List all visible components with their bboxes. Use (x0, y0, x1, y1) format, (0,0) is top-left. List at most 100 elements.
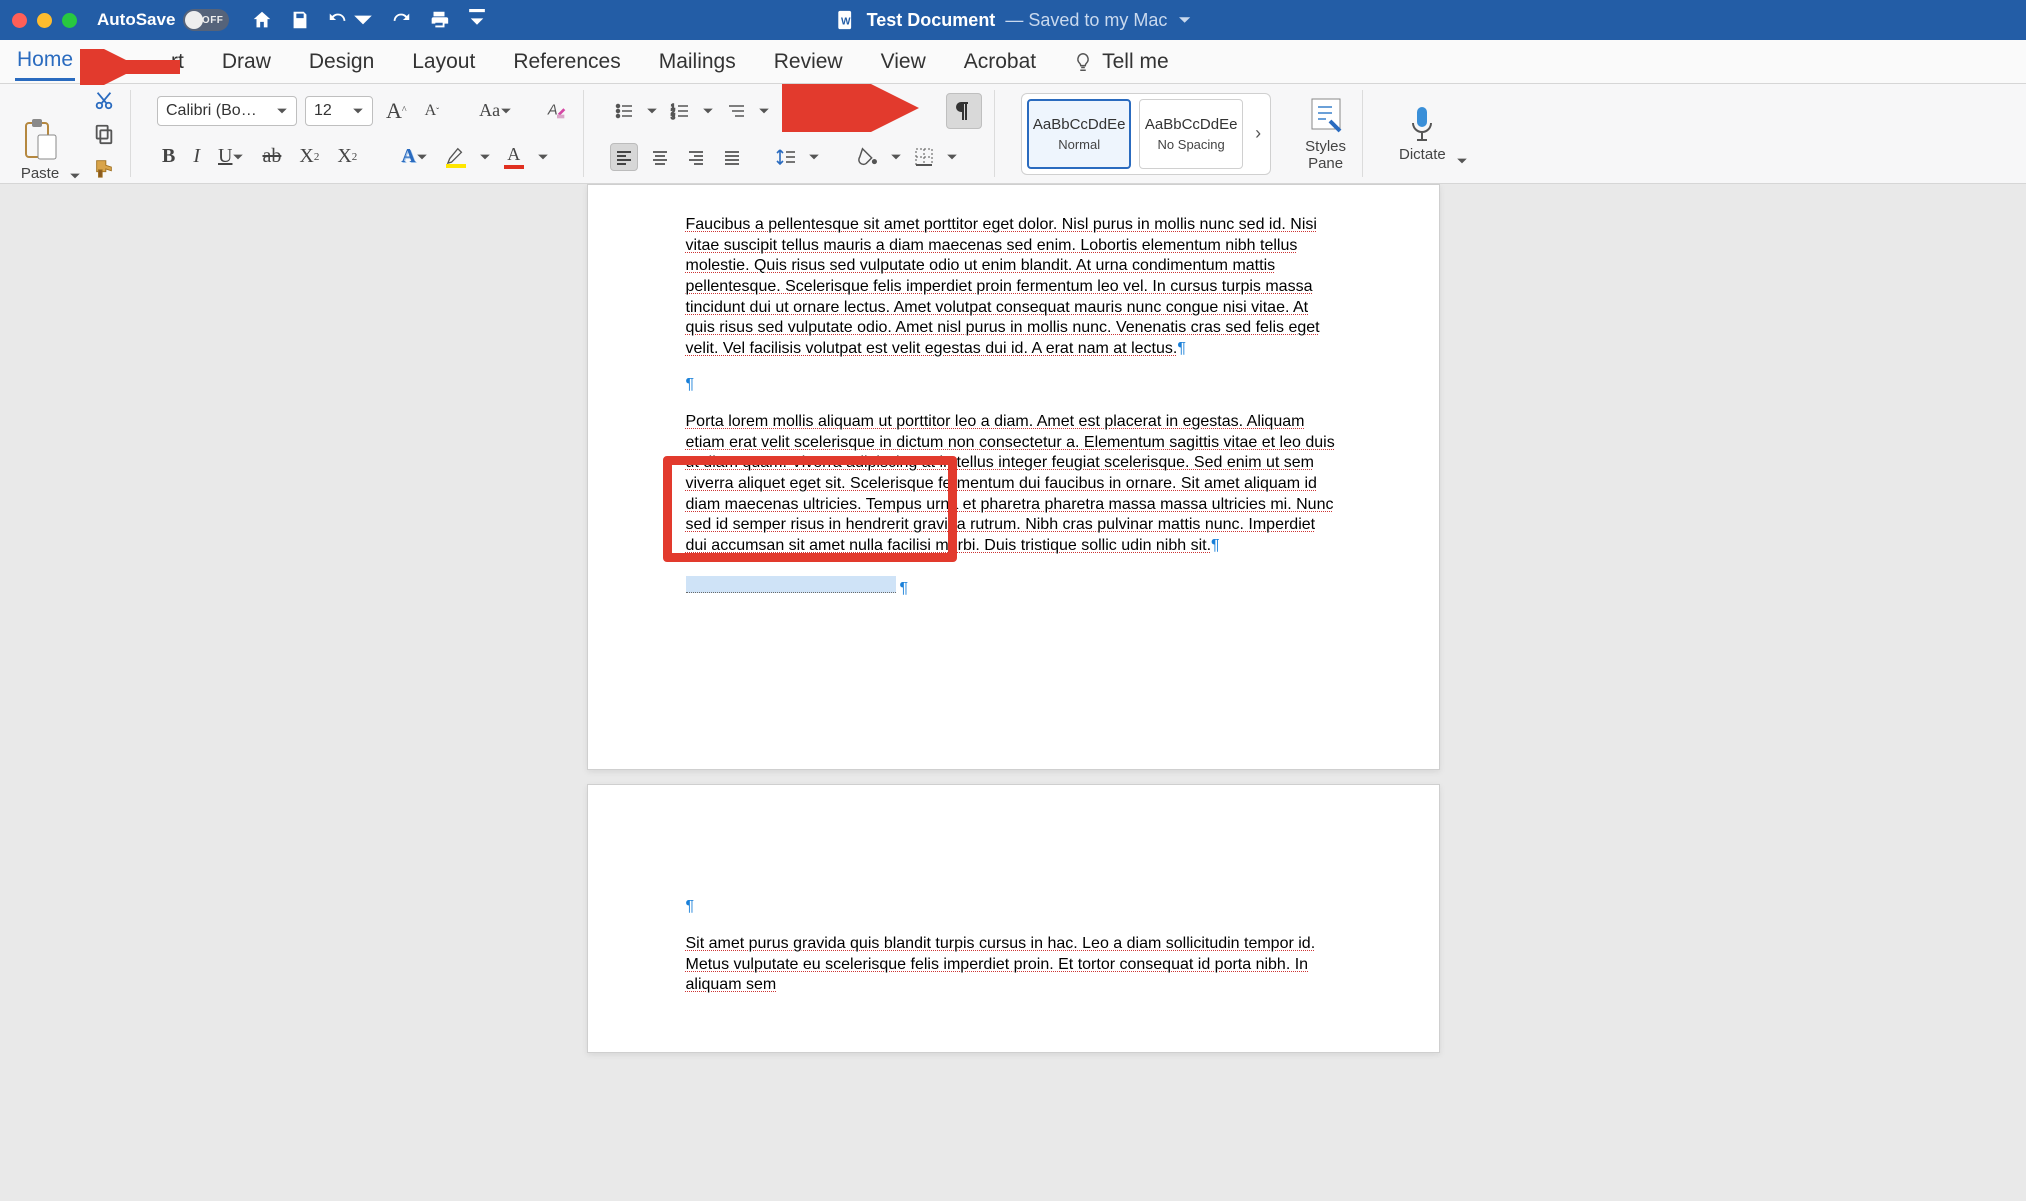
styles-pane-icon (1308, 95, 1344, 137)
line-spacing-dropdown[interactable] (808, 151, 820, 163)
underline-button[interactable]: U (213, 145, 249, 168)
paste-dropdown[interactable] (68, 170, 82, 182)
group-styles-pane: Styles Pane (1289, 90, 1363, 177)
font-color-button[interactable]: A (499, 144, 529, 169)
word-file-icon: W (835, 9, 857, 31)
ribbon-home: Paste Calibri (Bo… 12 A^ (0, 84, 2026, 184)
style-normal[interactable]: AaBbCcDdEe Normal (1027, 99, 1131, 169)
align-left-button[interactable] (610, 143, 638, 171)
paragraph[interactable]: Porta lorem mollis aliquam ut porttitor … (686, 412, 1341, 556)
justify-button[interactable] (718, 143, 746, 171)
copy-button[interactable] (90, 120, 118, 148)
window-titlebar: AutoSave OFF W Test Document — Saved to … (0, 0, 2026, 40)
tab-insert-partial[interactable]: rt (169, 44, 186, 80)
page-break-selection[interactable]: ¶ (686, 573, 1341, 600)
tab-view[interactable]: View (879, 44, 928, 80)
style-normal-label: Normal (1058, 137, 1100, 152)
quick-access-toolbar (251, 9, 482, 31)
tab-draw[interactable]: Draw (220, 44, 273, 80)
styles-pane-button[interactable]: Styles Pane (1295, 95, 1356, 172)
bold-button[interactable]: B (157, 145, 180, 168)
show-hide-paragraph-marks-button[interactable] (946, 93, 982, 129)
change-case-button[interactable]: Aa (474, 100, 517, 121)
align-center-button[interactable] (646, 143, 674, 171)
group-font: Calibri (Bo… 12 A^ Aˇ Aa A B I U ab (145, 90, 584, 177)
bullet-list-button[interactable] (610, 97, 638, 125)
text-effects-button[interactable]: A (396, 145, 432, 168)
tab-mailings[interactable]: Mailings (657, 44, 738, 80)
line-spacing-button[interactable] (772, 143, 800, 171)
document-name: Test Document (867, 10, 996, 31)
zoom-window-button[interactable] (62, 13, 77, 28)
decrease-font-size-button[interactable]: Aˇ (420, 102, 445, 120)
tab-references[interactable]: References (511, 44, 622, 80)
superscript-button[interactable]: X2 (332, 145, 362, 168)
window-traffic-lights (0, 13, 89, 28)
paragraph[interactable]: Faucibus a pellentesque sit amet porttit… (686, 215, 1341, 359)
pilcrow-icon (954, 100, 974, 122)
bullet-list-dropdown[interactable] (646, 105, 658, 117)
document-page-1[interactable]: Faucibus a pellentesque sit amet porttit… (587, 184, 1440, 770)
numbered-list-button[interactable]: 123 (666, 97, 694, 125)
chevron-down-icon[interactable] (1177, 13, 1191, 27)
tab-review[interactable]: Review (772, 44, 845, 80)
multilevel-list-dropdown[interactable] (758, 105, 770, 117)
print-icon[interactable] (428, 9, 450, 31)
borders-dropdown[interactable] (946, 151, 958, 163)
style-sample: AaBbCcDdEe (1033, 116, 1126, 133)
multilevel-list-button[interactable] (722, 97, 750, 125)
strikethrough-button[interactable]: ab (257, 145, 286, 168)
paste-button[interactable]: Paste (20, 117, 60, 182)
save-icon[interactable] (289, 9, 311, 31)
paragraph[interactable]: Sit amet purus gravida quis blandit turp… (686, 934, 1341, 996)
dictate-button[interactable]: Dictate (1389, 103, 1456, 164)
font-color-dropdown[interactable] (537, 151, 549, 163)
group-clipboard: Paste (8, 90, 131, 177)
style-no-spacing[interactable]: AaBbCcDdEe No Spacing (1139, 99, 1243, 169)
document-title[interactable]: W Test Document — Saved to my Mac (835, 9, 1192, 31)
tab-acrobat[interactable]: Acrobat (962, 44, 1038, 80)
autosave-switch[interactable]: OFF (183, 9, 229, 31)
clear-formatting-button[interactable]: A (543, 97, 571, 125)
increase-font-size-button[interactable]: A^ (381, 98, 412, 124)
tab-layout[interactable]: Layout (410, 44, 477, 80)
group-paragraph: 123 (598, 90, 995, 177)
dictate-dropdown[interactable] (1456, 155, 1468, 167)
cut-button[interactable] (90, 86, 118, 114)
shading-button[interactable] (854, 143, 882, 171)
close-window-button[interactable] (12, 13, 27, 28)
borders-button[interactable] (910, 143, 938, 171)
italic-button[interactable]: I (188, 145, 205, 168)
decrease-indent-button[interactable] (806, 97, 834, 125)
increase-indent-button[interactable] (842, 97, 870, 125)
autosave-toggle[interactable]: AutoSave OFF (97, 9, 229, 31)
font-size-select[interactable]: 12 (305, 96, 373, 126)
subscript-button[interactable]: X2 (294, 145, 324, 168)
font-size-value: 12 (314, 102, 332, 120)
undo-button[interactable] (327, 9, 374, 31)
highlight-color-button[interactable] (441, 146, 471, 168)
customize-qat-icon[interactable] (466, 9, 482, 31)
styles-gallery[interactable]: AaBbCcDdEe Normal AaBbCcDdEe No Spacing … (1021, 93, 1271, 175)
tab-design[interactable]: Design (307, 44, 376, 80)
minimize-window-button[interactable] (37, 13, 52, 28)
dictate-label: Dictate (1399, 147, 1446, 164)
format-painter-button[interactable] (90, 154, 118, 182)
autosave-state: OFF (202, 15, 224, 26)
shading-dropdown[interactable] (890, 151, 902, 163)
styles-more-button[interactable]: › (1251, 123, 1265, 144)
style-sample: AaBbCcDdEe (1145, 116, 1238, 133)
document-page-2[interactable]: ¶ Sit amet purus gravida quis blandit tu… (587, 784, 1440, 1053)
tell-me-search[interactable]: Tell me (1072, 50, 1169, 74)
empty-paragraph-mark[interactable]: ¶ (686, 375, 1341, 396)
font-name-select[interactable]: Calibri (Bo… (157, 96, 297, 126)
align-right-button[interactable] (682, 143, 710, 171)
tab-home[interactable]: Home (15, 42, 75, 81)
tell-me-label: Tell me (1102, 50, 1169, 74)
document-canvas[interactable]: Faucibus a pellentesque sit amet porttit… (0, 184, 2026, 1201)
home-icon[interactable] (251, 9, 273, 31)
numbered-list-dropdown[interactable] (702, 105, 714, 117)
highlight-color-dropdown[interactable] (479, 151, 491, 163)
redo-icon[interactable] (390, 9, 412, 31)
empty-paragraph-mark[interactable]: ¶ (686, 897, 1341, 918)
